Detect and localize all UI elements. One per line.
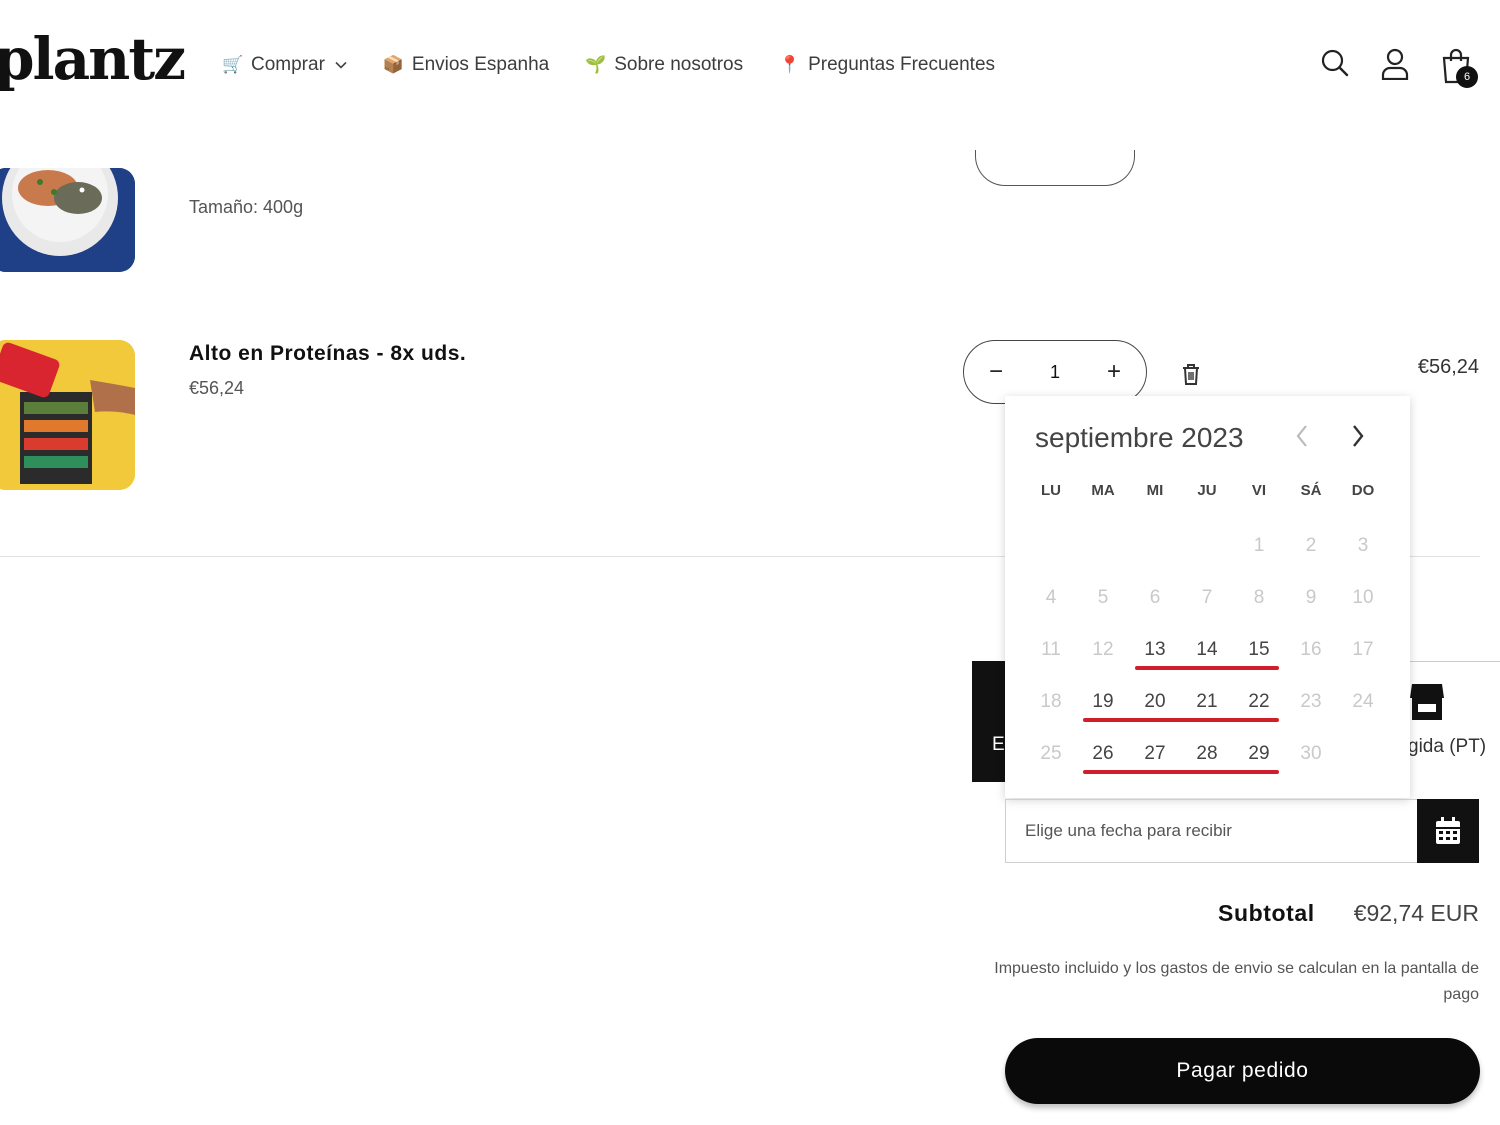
- seedling-icon: 🌱: [585, 55, 607, 74]
- product-title[interactable]: Alto en Proteínas - 8x uds.: [189, 342, 466, 366]
- nav-item-sobre-nosotros[interactable]: 🌱 Sobre nosotros: [585, 54, 743, 76]
- calendar-day-disabled: 30: [1300, 743, 1322, 764]
- weekday-label: JU: [1197, 482, 1217, 499]
- calendar-day-disabled: 18: [1040, 691, 1062, 712]
- decrease-quantity-button[interactable]: −: [982, 358, 1010, 386]
- calendar-day-disabled: 17: [1352, 639, 1374, 660]
- search-icon[interactable]: [1320, 48, 1350, 83]
- checkout-button[interactable]: Pagar pedido: [1005, 1038, 1480, 1104]
- line-item-total: €56,24: [1417, 356, 1479, 378]
- header-actions: 6: [1320, 48, 1500, 92]
- calendar-day-disabled: 24: [1352, 691, 1374, 712]
- delivery-option-label: E: [992, 734, 1005, 755]
- calendar-day-disabled: 8: [1253, 587, 1265, 608]
- weekday-label: LU: [1041, 482, 1061, 499]
- package-icon: 📦: [382, 55, 405, 74]
- calendar-day-disabled: 12: [1092, 639, 1114, 660]
- calendar-day-disabled: 25: [1040, 743, 1062, 764]
- calendar-day-disabled: 9: [1305, 587, 1317, 608]
- quantity-stepper: − 1 +: [963, 340, 1147, 404]
- product-image[interactable]: [0, 168, 135, 272]
- calendar-month-title: septiembre 2023: [1035, 422, 1244, 453]
- subtotal-label: Subtotal: [1218, 900, 1315, 926]
- delivery-option-label: gida (PT): [1408, 736, 1487, 757]
- calendar-day-disabled: 6: [1149, 587, 1161, 608]
- available-days-underline: [1083, 718, 1279, 722]
- product-unit-price: €56,24: [189, 378, 245, 398]
- calendar-day-disabled: 23: [1300, 691, 1322, 712]
- calendar-day-disabled: 3: [1357, 535, 1369, 556]
- calendar-day-disabled: 2: [1305, 535, 1317, 556]
- available-days-underline: [1083, 770, 1279, 774]
- cart-count-badge: 6: [1456, 66, 1478, 88]
- available-days-underline: [1135, 666, 1279, 670]
- weekday-label: SÁ: [1300, 482, 1322, 499]
- calendar-day-disabled: 16: [1300, 639, 1322, 660]
- subtotal-value: €92,74 EUR: [1353, 900, 1479, 926]
- chevron-down-icon: [335, 61, 347, 69]
- cart-icon[interactable]: 6: [1440, 48, 1478, 89]
- chevron-left-icon[interactable]: [1295, 424, 1309, 453]
- delivery-date-field: [1005, 799, 1479, 863]
- nav-item-comprar[interactable]: 🛒 Comprar: [222, 54, 347, 76]
- nav-item-label: Comprar: [251, 54, 325, 75]
- quantity-value[interactable]: 1: [1050, 362, 1060, 383]
- product-image[interactable]: [0, 340, 135, 490]
- nav-item-label: Preguntas Frecuentes: [808, 54, 996, 75]
- pin-icon: 📍: [779, 55, 801, 74]
- calendar-day-disabled: 5: [1097, 587, 1109, 608]
- weekday-label: VI: [1251, 482, 1267, 499]
- main-nav: 🛒 Comprar 📦 Envios Espanha 🌱 Sobre nosot…: [222, 54, 1031, 76]
- calendar-days-grid: 1 2 3 4 5 6 7 8 9 10 11 12 13 14 15 16 17 18 19 20 21 22 23 24 2…: [1025, 520, 1389, 780]
- increase-quantity-button[interactable]: +: [1100, 358, 1128, 386]
- nav-item-envios[interactable]: 📦 Envios Espanha: [383, 54, 549, 76]
- nav-item-preguntas[interactable]: 📍 Preguntas Frecuentes: [779, 54, 995, 76]
- calendar-day-disabled: 4: [1045, 587, 1057, 608]
- calendar-day-disabled: 1: [1253, 535, 1265, 556]
- nav-item-label: Sobre nosotros: [614, 54, 744, 75]
- calendar-day-disabled: 11: [1041, 639, 1061, 660]
- date-picker-popup: septiembre 2023 LU MA MI JU VI SÁ DO 123456789…: [1005, 396, 1410, 798]
- chevron-right-icon[interactable]: [1351, 424, 1365, 453]
- calendar-empty-cell: [1077, 520, 1129, 572]
- calendar-day-disabled: 10: [1352, 587, 1374, 608]
- product-variant-size: Tamaño: 400g: [189, 197, 304, 217]
- shopping-cart-icon: 🛒: [222, 55, 244, 74]
- calendar-weekday-header: LU MA MI JU VI SÁ DO: [1025, 482, 1389, 499]
- weekday-label: MI: [1146, 482, 1164, 499]
- nav-item-label: Envios Espanha: [411, 54, 550, 75]
- tax-shipping-note: Impuesto incluido y los gastos de envio …: [994, 960, 1479, 1003]
- calendar-empty-cell: [1025, 520, 1077, 572]
- weekday-label: DO: [1351, 482, 1375, 499]
- trash-icon[interactable]: [1180, 362, 1202, 391]
- delivery-option-pickup[interactable]: gida (PT): [1405, 661, 1500, 782]
- calendar-button[interactable]: [1417, 799, 1479, 863]
- calendar-icon: [1436, 817, 1460, 844]
- delivery-date-input[interactable]: [1006, 800, 1417, 862]
- store-icon: [1409, 682, 1445, 727]
- calendar-empty-cell: [1129, 520, 1181, 572]
- weekday-label: MA: [1091, 482, 1115, 499]
- calendar-day-disabled: 7: [1201, 587, 1213, 608]
- calendar-empty-cell: [1181, 520, 1233, 572]
- quantity-stepper[interactable]: [975, 150, 1135, 186]
- plantz-logo[interactable]: plantz: [0, 30, 186, 88]
- account-icon[interactable]: [1380, 48, 1410, 85]
